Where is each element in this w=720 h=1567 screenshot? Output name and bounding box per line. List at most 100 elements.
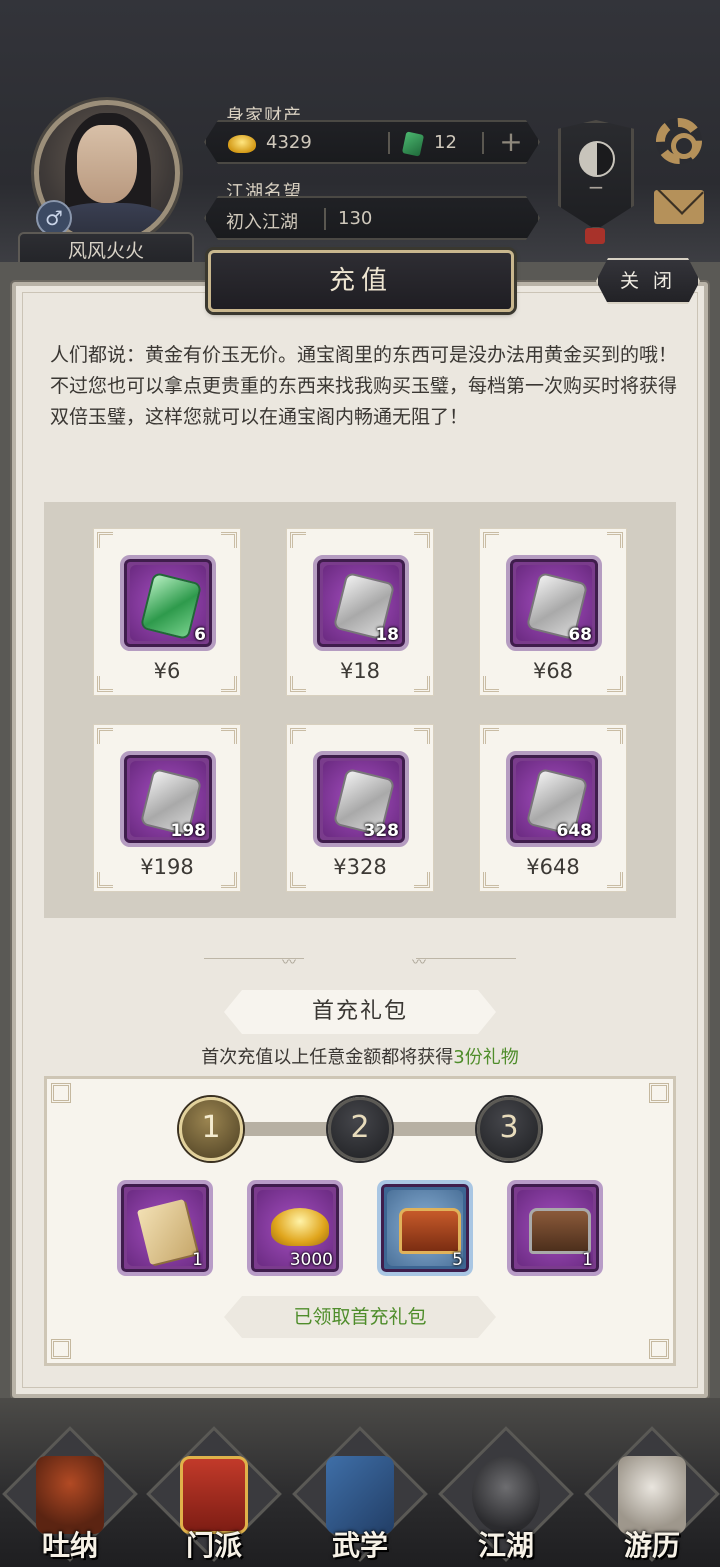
first-pack-desc-text: 首次充值以上任意金额都将获得 [201,1047,454,1068]
price-label: ¥6 [153,659,181,683]
product-card-328[interactable]: 328 ¥328 [286,724,434,892]
item-frame: 68 [506,555,602,651]
swirl-ornament-icon: 〰 [282,955,296,971]
item-count: 6 [194,625,206,645]
jade-amount: 12 [434,132,457,153]
item-count: 648 [556,821,593,841]
price-label: ¥198 [140,855,194,879]
reward-count: 1 [192,1250,203,1270]
corner-ornament [97,532,113,548]
mail-icon[interactable] [654,190,704,224]
hat-icon [472,1456,540,1534]
step-1[interactable]: 1 [179,1097,243,1161]
green-jade-icon [142,574,200,638]
corner-ornament [290,532,306,548]
first-pack-title: 首充礼包 [224,990,496,1034]
intro-text: 人们都说：黄金有价玉无价。通宝阁里的东西可是没办法用黄金买到的哦！ 不过您也可以… [50,340,680,433]
nav-jianghu[interactable]: 江湖 [438,1426,574,1567]
step-3[interactable]: 3 [477,1097,541,1161]
item-frame: 198 [120,751,216,847]
nav-label: 游历 [623,1529,680,1562]
divider-line [416,958,516,962]
horse-icon [618,1456,686,1534]
claimed-status: 已领取首充礼包 [224,1296,496,1338]
tassel-icon [585,228,605,244]
nav-label: 武学 [331,1529,388,1562]
first-pack-desc-highlight: 3份礼物 [453,1047,519,1068]
male-icon: ♂ [36,200,72,236]
rooster-icon [36,1456,104,1534]
bar-divider [324,208,326,230]
corner-ornament [649,1339,669,1359]
gear-icon[interactable] [656,118,702,164]
corner-ornament [221,728,237,744]
corner-ornament [483,532,499,548]
step-connector [388,1122,488,1136]
nav-label: 江湖 [477,1529,534,1562]
taiji-icon [579,141,615,177]
rank-title: 初入江湖 [226,212,298,233]
corner-ornament [221,532,237,548]
gold-ingot-icon [271,1208,329,1246]
reward-count: 5 [452,1250,463,1270]
nav-youli[interactable]: 游历 [584,1426,720,1567]
corner-ornament [649,1083,669,1103]
reward-book[interactable]: 1 [117,1180,213,1276]
wealth-bar: 4329 12 + [204,120,540,164]
modal-title: 充值 [208,250,514,312]
reputation-value: 130 [338,208,373,229]
step-connector [240,1122,340,1136]
first-pack-desc: 首次充值以上任意金额都将获得3份礼物 [0,1043,720,1069]
corner-ornament [51,1339,71,1359]
bar-divider [388,132,390,154]
taiji-minus: − [587,175,605,199]
gold-ingot-icon [228,135,256,153]
product-card-18[interactable]: 18 ¥18 [286,528,434,696]
red-chest-icon [399,1208,461,1254]
wood-chest-icon [529,1208,591,1254]
nav-menpai[interactable]: 门派 [146,1426,282,1567]
item-frame: 18 [313,555,409,651]
item-frame: 6 [120,555,216,651]
nav-label: 门派 [185,1529,242,1562]
product-card-198[interactable]: 198 ¥198 [93,724,241,892]
price-label: ¥18 [339,659,381,683]
product-card-6[interactable]: 6 ¥6 [93,528,241,696]
corner-ornament [51,1083,71,1103]
product-card-68[interactable]: 68 ¥68 [479,528,627,696]
item-count: 18 [375,625,399,645]
avatar-face [77,125,137,203]
jade-icon [402,131,424,156]
corner-ornament [414,532,430,548]
item-count: 328 [363,821,400,841]
corner-ornament [607,532,623,548]
reward-count: 3000 [289,1250,333,1270]
reward-gold[interactable]: 3000 [247,1180,343,1276]
corner-ornament [607,728,623,744]
price-label: ¥68 [532,659,574,683]
item-count: 68 [568,625,592,645]
intro-line-1: 人们都说：黄金有价玉无价。通宝阁里的东西可是没办法用黄金买到的哦！ [50,344,678,366]
reputation-bar: 初入江湖 130 [204,196,540,240]
price-label: ¥648 [526,855,580,879]
reward-count: 1 [582,1250,593,1270]
price-label: ¥328 [333,855,387,879]
add-jade-button[interactable]: + [496,128,526,158]
step-2[interactable]: 2 [328,1097,392,1161]
reward-wood-chest[interactable]: 1 [507,1180,603,1276]
item-frame: 328 [313,751,409,847]
corner-ornament [414,728,430,744]
bar-divider [482,132,484,154]
nav-wuxue[interactable]: 武学 [292,1426,428,1567]
reward-red-chest[interactable]: 5 [377,1180,473,1276]
item-count: 198 [170,821,207,841]
product-card-648[interactable]: 648 ¥648 [479,724,627,892]
banner-icon [180,1456,248,1534]
close-button[interactable]: 关 闭 [596,258,700,304]
nav-tuna[interactable]: 吐纳 [2,1426,138,1567]
manual-icon [326,1456,394,1534]
intro-line-2: 不过您也可以拿点更贵重的东西来找我购买玉璧，每档第一次购买时将获得双倍玉璧，这样… [50,375,678,428]
item-frame: 648 [506,751,602,847]
corner-ornament [290,728,306,744]
nav-label: 吐纳 [41,1529,98,1562]
